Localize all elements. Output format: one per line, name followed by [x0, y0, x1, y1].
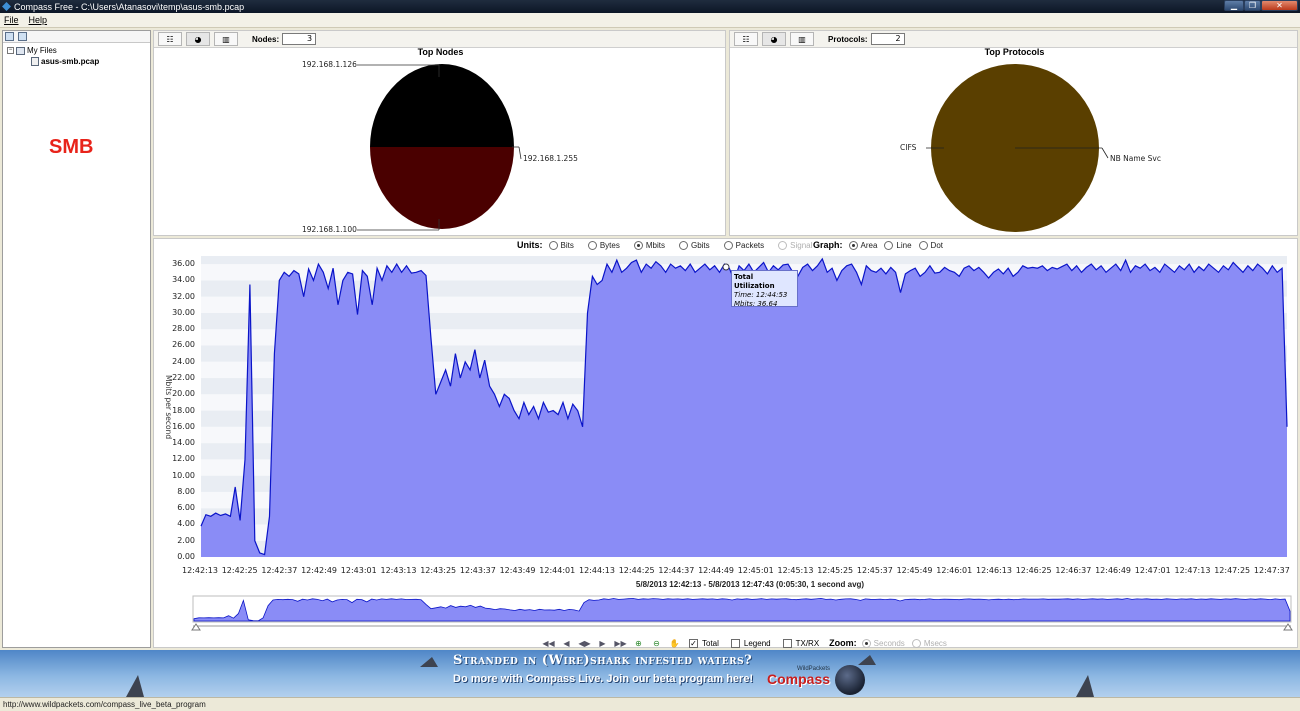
total-checkbox[interactable]: ✓ — [689, 638, 698, 648]
shark-fin-icon — [1076, 675, 1094, 697]
banner-subline: Do more with Compass Live. Join our beta… — [453, 673, 754, 685]
x-tick-label: 12:46:49 — [1095, 566, 1132, 575]
y-tick-label: 0.00 — [177, 552, 195, 561]
y-tick-label: 32.00 — [172, 291, 195, 301]
previous-icon[interactable]: ◀ — [559, 638, 574, 649]
status-bar: http://www.wildpackets.com/compass_live_… — [0, 697, 1300, 711]
x-tick-label: 12:43:01 — [340, 566, 377, 575]
hand-icon[interactable]: ✋ — [667, 638, 682, 649]
y-tick-label: 34.00 — [172, 275, 195, 285]
x-tick-label: 12:45:25 — [817, 566, 854, 575]
zoom-seconds-radio — [861, 638, 871, 648]
x-tick-label: 12:45:49 — [896, 566, 933, 575]
legend-label: Legend — [743, 638, 771, 648]
x-tick-label: 12:42:25 — [221, 566, 258, 575]
y-tick-label: 26.00 — [172, 340, 195, 350]
compass-orb-icon — [835, 665, 865, 695]
x-tick-label: 12:46:13 — [976, 566, 1012, 575]
y-tick-label: 2.00 — [177, 535, 195, 545]
x-tick-label: 12:47:25 — [1214, 566, 1251, 575]
x-tick-label: 12:44:37 — [658, 566, 695, 575]
total-label: Total — [702, 638, 719, 648]
y-axis-label: Mbits per second — [164, 375, 173, 440]
y-tick-label: 10.00 — [172, 470, 195, 480]
x-tick-label: 12:43:25 — [420, 566, 457, 575]
tooltip-value: Mbits: 36.64 — [734, 300, 778, 308]
x-tick-label: 12:44:25 — [618, 566, 655, 575]
y-tick-label: 28.00 — [172, 324, 195, 334]
time-range-label: 5/8/2013 12:42:13 - 5/8/2013 12:47:43 (0… — [635, 580, 865, 589]
x-tick-label: 12:43:13 — [380, 566, 417, 575]
legend-checkbox[interactable] — [730, 638, 740, 648]
last-icon[interactable]: ▶▶ — [613, 638, 628, 649]
zoom-out-icon[interactable]: ⊖ — [649, 638, 664, 649]
banner-brand: Compass — [767, 671, 831, 687]
fit-icon[interactable]: ◀▶ — [577, 638, 592, 649]
zoom-seconds-label: Seconds — [873, 638, 905, 648]
overview-left-handle[interactable] — [191, 623, 201, 631]
y-tick-label: 36.00 — [172, 259, 195, 269]
y-tick-label: 12.00 — [172, 454, 195, 464]
tooltip-marker[interactable] — [722, 263, 730, 271]
x-tick-label: 12:47:13 — [1174, 566, 1211, 575]
x-tick-label: 12:44:01 — [539, 566, 576, 575]
shark-fin-icon — [126, 675, 144, 697]
y-tick-label: 24.00 — [172, 356, 195, 366]
x-tick-label: 12:46:01 — [936, 566, 973, 575]
tooltip-title: Total Utilization — [734, 273, 775, 290]
x-tick-label: 12:45:01 — [737, 566, 774, 575]
txrx-label: TX/RX — [795, 638, 820, 648]
txrx-checkbox[interactable] — [782, 638, 792, 648]
x-tick-label: 12:44:49 — [698, 566, 735, 575]
playback-controls: ◀◀ ◀ ◀▶ ▶ ▶▶ ⊕ ⊖ ✋ ✓ Total Legend TX/RX Z… — [541, 637, 958, 649]
next-icon[interactable]: ▶ — [595, 638, 610, 649]
x-tick-label: 12:42:49 — [301, 566, 338, 575]
overview-area — [193, 597, 1291, 622]
overview-right-handle[interactable] — [1283, 623, 1293, 631]
utilization-chart — [191, 256, 1293, 631]
shark-fin-icon — [858, 655, 876, 665]
zoom-msecs-radio — [911, 638, 921, 648]
banner-headline: Stranded in (Wire)shark infested waters? — [453, 653, 753, 668]
x-tick-label: 12:46:25 — [1015, 566, 1052, 575]
x-tick-label: 12:42:13 — [182, 566, 218, 575]
x-tick-label: 12:45:37 — [856, 566, 893, 575]
x-tick-label: 12:47:37 — [1253, 566, 1290, 575]
zoom-in-icon[interactable]: ⊕ — [631, 638, 646, 649]
y-tick-label: 4.00 — [177, 519, 195, 529]
zoom-label: Zoom: — [829, 638, 857, 648]
x-tick-label: 12:43:49 — [499, 566, 536, 575]
app-window: Compass Free - C:\Users\Atanasovi\temp\a… — [0, 0, 1300, 711]
x-tick-label: 12:43:37 — [459, 566, 496, 575]
zoom-msecs-label: Msecs — [923, 638, 947, 648]
x-tick-label: 12:45:13 — [777, 566, 814, 575]
tooltip-time: Time: 12:44:53 — [734, 291, 788, 299]
y-tick-label: 6.00 — [177, 503, 195, 513]
first-icon[interactable]: ◀◀ — [541, 638, 556, 649]
beta-program-banner[interactable]: Stranded in (Wire)shark infested waters?… — [0, 650, 1300, 697]
y-tick-label: 14.00 — [172, 438, 195, 448]
x-tick-label: 12:47:01 — [1134, 566, 1171, 575]
x-tick-label: 12:42:37 — [261, 566, 298, 575]
shark-fin-icon — [420, 657, 438, 667]
x-tick-label: 12:44:13 — [579, 566, 615, 575]
y-tick-label: 30.00 — [172, 307, 195, 317]
utilization-tooltip: Total Utilization Time: 12:44:53 Mbits: … — [731, 270, 798, 308]
x-tick-label: 12:46:37 — [1055, 566, 1092, 575]
y-tick-label: 8.00 — [177, 486, 195, 496]
